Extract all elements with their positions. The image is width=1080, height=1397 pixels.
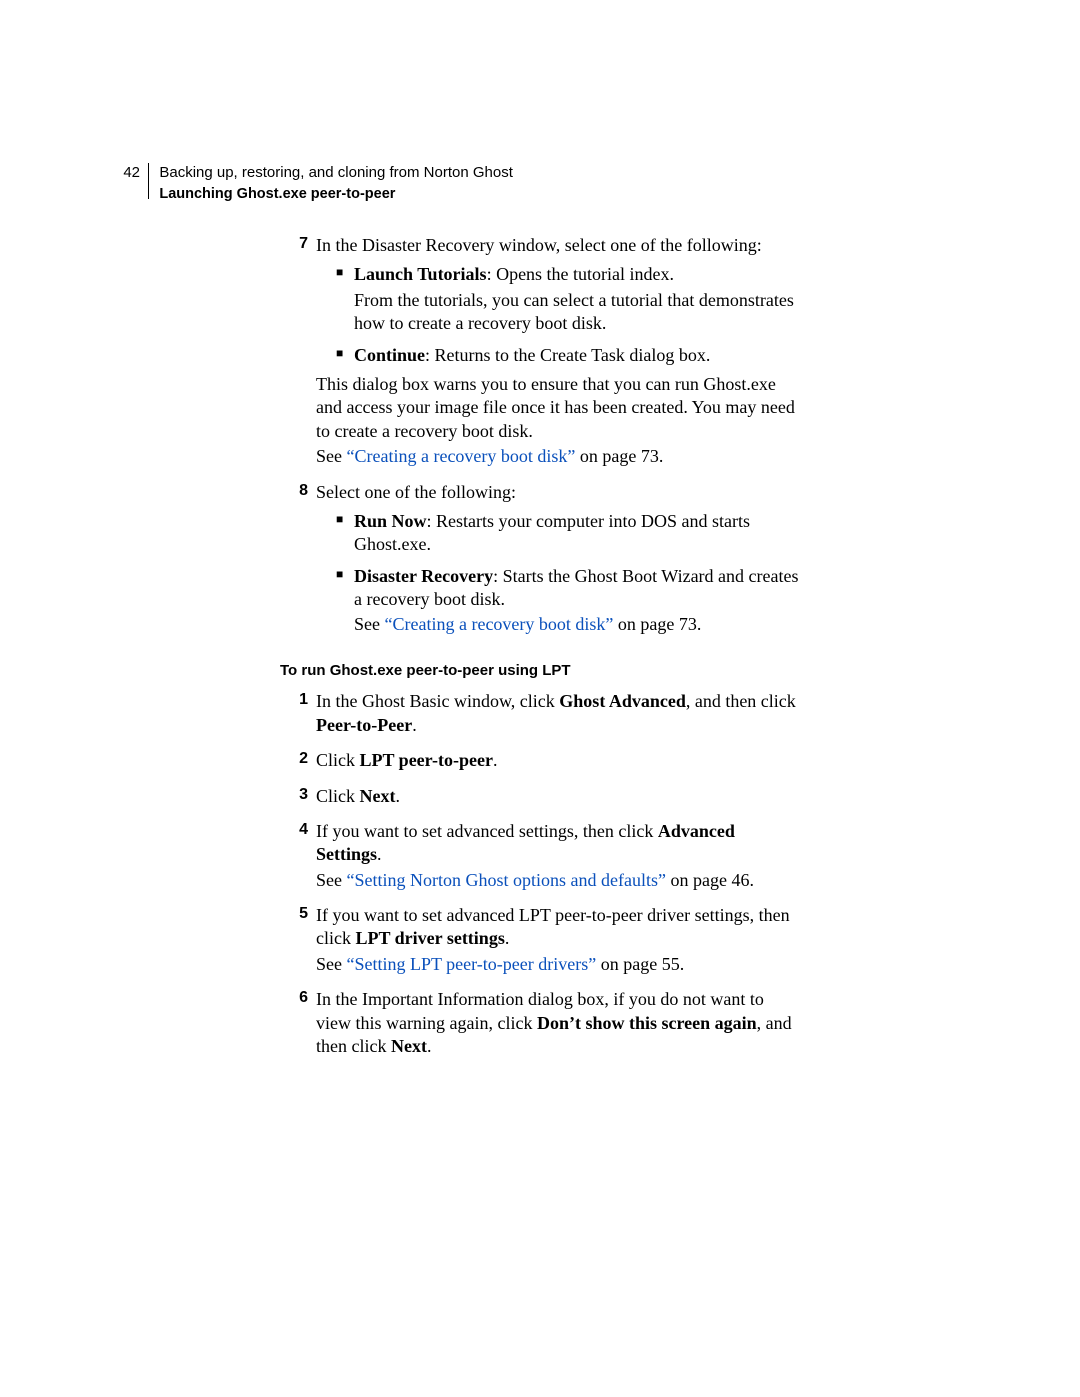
step-text: In the Important Information dialog box,…	[316, 988, 800, 1058]
square-bullet-icon: ■	[336, 508, 354, 559]
running-header: 42 Backing up, restoring, and cloning fr…	[116, 163, 513, 203]
page-number: 42	[116, 163, 140, 183]
txt: If you want to set advanced settings, th…	[316, 821, 658, 841]
step-text: Click LPT peer-to-peer.	[316, 749, 800, 772]
bullet-desc: : Returns to the Create Task dialog box.	[425, 345, 710, 365]
txt: Click	[316, 750, 360, 770]
xref-link[interactable]: “Setting LPT peer-to-peer drivers”	[347, 954, 597, 974]
ui-label: Peer-to-Peer	[316, 715, 412, 735]
ui-label: LPT peer-to-peer	[360, 750, 493, 770]
see-post: on page 46.	[666, 870, 754, 890]
see-pre: See	[316, 870, 347, 890]
bullet-text: Continue: Returns to the Create Task dia…	[354, 344, 800, 367]
ui-label: Don’t show this screen again	[537, 1013, 757, 1033]
bullet-text: Launch Tutorials: Opens the tutorial ind…	[354, 263, 800, 286]
square-bullet-icon: ■	[336, 563, 354, 639]
step-number: 1	[280, 688, 308, 739]
see-post: on page 73.	[613, 614, 701, 634]
step-number: 6	[280, 986, 308, 1060]
see-pre: See	[316, 446, 347, 466]
step-intro: In the Disaster Recovery window, select …	[316, 234, 800, 257]
step-number: 3	[280, 783, 308, 810]
bullet-term: Launch Tutorials	[354, 264, 487, 284]
see-post: on page 73.	[575, 446, 663, 466]
bullet-term: Disaster Recovery	[354, 566, 493, 586]
step-text: If you want to set advanced settings, th…	[316, 820, 800, 867]
bullet-term: Continue	[354, 345, 425, 365]
txt: Click	[316, 786, 360, 806]
lpt-step-4: 4 If you want to set advanced settings, …	[280, 818, 800, 894]
step-text: In the Ghost Basic window, click Ghost A…	[316, 690, 800, 737]
see-ref: See “Setting LPT peer-to-peer drivers” o…	[316, 953, 800, 976]
see-ref: See “Creating a recovery boot disk” on p…	[354, 613, 800, 636]
txt: .	[412, 715, 417, 735]
lpt-step-1: 1 In the Ghost Basic window, click Ghost…	[280, 688, 800, 739]
txt: .	[377, 844, 382, 864]
see-ref: See “Setting Norton Ghost options and de…	[316, 869, 800, 892]
ui-label: Ghost Advanced	[559, 691, 686, 711]
square-bullet-icon: ■	[336, 342, 354, 369]
ui-label: Next	[360, 786, 396, 806]
txt: , and then click	[686, 691, 796, 711]
bullet-text: Run Now: Restarts your computer into DOS…	[354, 510, 800, 557]
step-text: If you want to set advanced LPT peer-to-…	[316, 904, 800, 951]
step-paragraph: This dialog box warns you to ensure that…	[316, 373, 800, 443]
lpt-step-6: 6 In the Important Information dialog bo…	[280, 986, 800, 1060]
step-number: 7	[280, 232, 308, 471]
lpt-step-2: 2 Click LPT peer-to-peer.	[280, 747, 800, 774]
bullet-item: ■ Disaster Recovery: Starts the Ghost Bo…	[316, 563, 800, 639]
txt: .	[493, 750, 498, 770]
lpt-step-5: 5 If you want to set advanced LPT peer-t…	[280, 902, 800, 978]
page-body: 7 In the Disaster Recovery window, selec…	[280, 232, 800, 1068]
txt: .	[395, 786, 400, 806]
see-post: on page 55.	[596, 954, 684, 974]
step-number: 8	[280, 479, 308, 643]
chapter-title: Backing up, restoring, and cloning from …	[159, 163, 513, 183]
step-text: Click Next.	[316, 785, 800, 808]
lpt-step-3: 3 Click Next.	[280, 783, 800, 810]
xref-link[interactable]: “Setting Norton Ghost options and defaul…	[347, 870, 666, 890]
txt: .	[427, 1036, 432, 1056]
xref-link[interactable]: “Creating a recovery boot disk”	[347, 446, 576, 466]
bullet-item: ■ Run Now: Restarts your computer into D…	[316, 508, 800, 559]
step-intro: Select one of the following:	[316, 481, 800, 504]
bullet-term: Run Now	[354, 511, 427, 531]
txt: .	[505, 928, 510, 948]
section-title: Launching Ghost.exe peer-to-peer	[159, 185, 513, 204]
step-8: 8 Select one of the following: ■ Run Now…	[280, 479, 800, 643]
header-separator	[148, 163, 149, 199]
bullet-item: ■ Launch Tutorials: Opens the tutorial i…	[316, 261, 800, 337]
square-bullet-icon: ■	[336, 261, 354, 337]
step-number: 5	[280, 902, 308, 978]
step-number: 4	[280, 818, 308, 894]
see-pre: See	[354, 614, 385, 634]
procedure-heading: To run Ghost.exe peer-to-peer using LPT	[280, 661, 800, 681]
bullet-item: ■ Continue: Returns to the Create Task d…	[316, 342, 800, 369]
xref-link[interactable]: “Creating a recovery boot disk”	[385, 614, 614, 634]
txt: In the Ghost Basic window, click	[316, 691, 559, 711]
see-ref: See “Creating a recovery boot disk” on p…	[316, 445, 800, 468]
see-pre: See	[316, 954, 347, 974]
bullet-text: Disaster Recovery: Starts the Ghost Boot…	[354, 565, 800, 612]
ui-label: Next	[391, 1036, 427, 1056]
ui-label: LPT driver settings	[355, 928, 504, 948]
bullet-cont: From the tutorials, you can select a tut…	[354, 289, 800, 336]
step-number: 2	[280, 747, 308, 774]
step-7: 7 In the Disaster Recovery window, selec…	[280, 232, 800, 471]
bullet-desc: : Opens the tutorial index.	[487, 264, 674, 284]
